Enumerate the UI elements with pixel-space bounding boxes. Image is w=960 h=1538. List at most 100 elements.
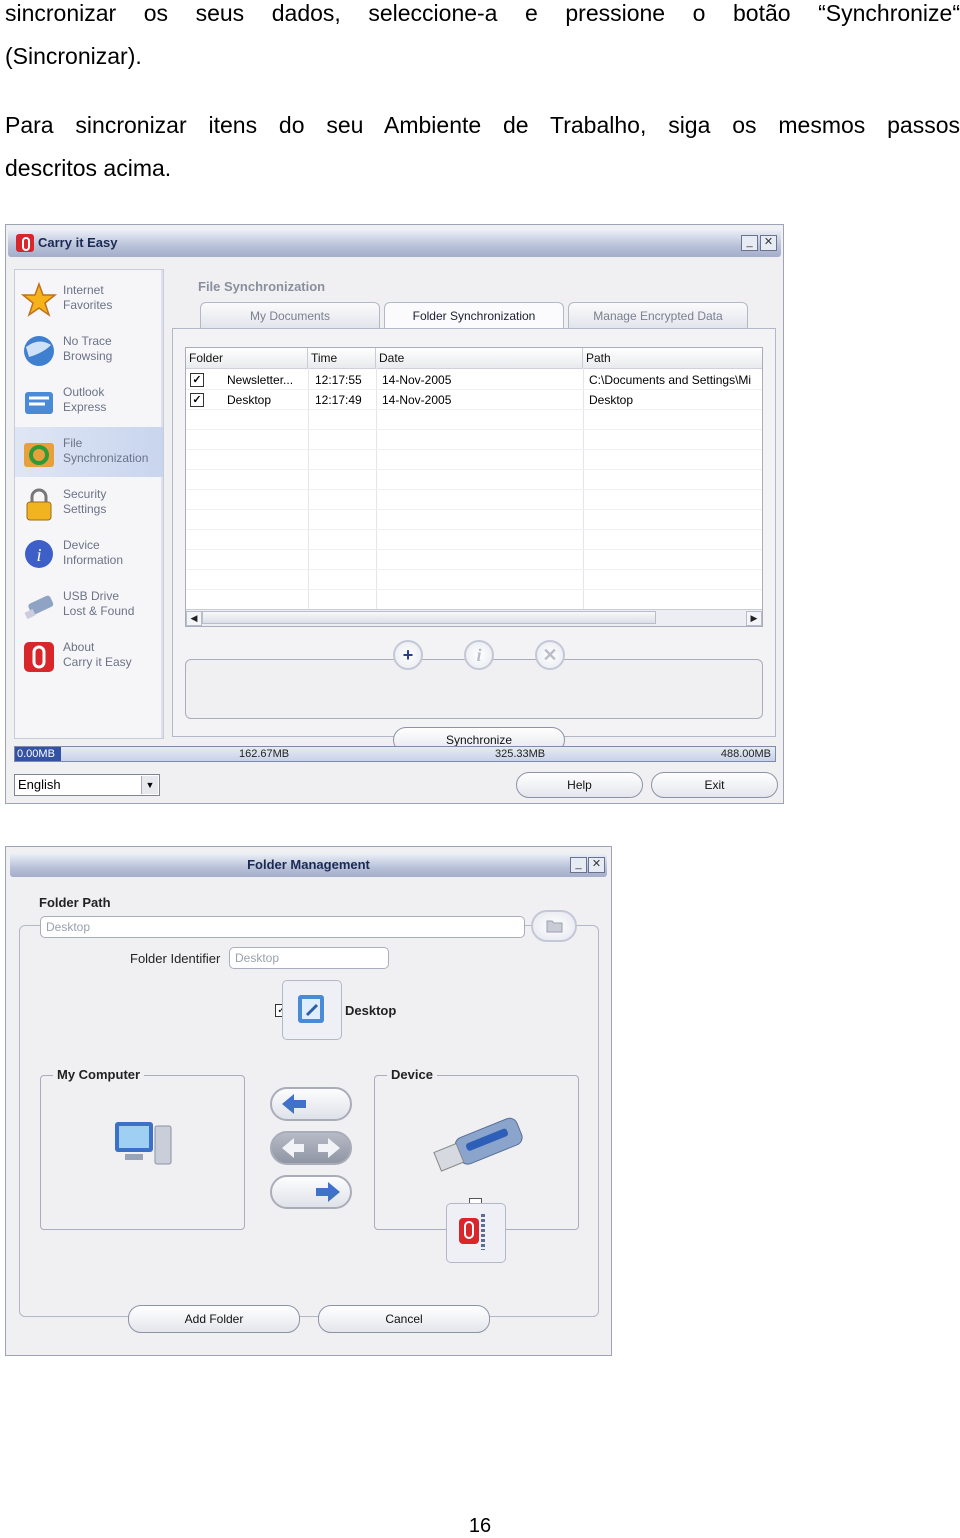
scroll-left-icon[interactable]: ◀ [186,611,202,626]
add-folder-button[interactable]: Add Folder [128,1305,300,1333]
minimize-button[interactable]: _ [741,235,758,251]
folder-path-label: Folder Path [39,895,111,910]
copy-to-computer-button[interactable] [270,1087,352,1121]
column-header-date[interactable]: Date [376,348,583,368]
remove-button[interactable]: ✕ [535,640,565,670]
folder-path-field[interactable]: Desktop [40,916,525,938]
close-button[interactable]: ✕ [760,235,777,251]
sidebar-label-line1: File [63,436,83,450]
paragraph-2: Para sincronizar itens do seu Ambiente d… [5,104,960,190]
cell-folder: Desktop [227,393,272,407]
sidebar-label-line1: Security [63,487,107,501]
horizontal-scrollbar[interactable]: ◀ ▶ [186,609,762,626]
section-title: File Synchronization [198,279,326,294]
add-button[interactable]: + [393,640,423,670]
window-title: Folder Management [247,857,370,872]
app-logo-zip-icon [459,1214,485,1250]
tab-my-documents[interactable]: My Documents [200,302,380,328]
computer-icon [115,1122,172,1165]
column-header-time[interactable]: Time [308,348,376,368]
table-row[interactable]: ✓ Desktop 12:17:49 14-Nov-2005 Desktop [186,390,762,410]
sidebar-label-line2: Synchronization [63,451,149,465]
sidebar-item-file-synchronization[interactable]: File Synchronization [15,427,163,477]
sidebar-label-line2: Express [63,400,107,414]
cell-time: 12:17:55 [315,373,362,387]
sidebar-item-device-information[interactable]: i Device Information [15,529,163,579]
folder-identifier-field[interactable]: Desktop [229,947,389,969]
storage-status-bar: 0.00MB 162.67MB 325.33MB 488.00MB [14,746,776,762]
title-bar: Carry it Easy _ ✕ [8,229,781,257]
scrollbar-thumb[interactable] [202,611,656,624]
sidebar-label-line2: Favorites [63,298,113,312]
usb-drive-icon [433,1117,523,1172]
sidebar-item-security-settings[interactable]: Security Settings [15,478,163,528]
sidebar-label-line2: Lost & Found [63,604,135,618]
browse-folder-button[interactable] [531,910,577,942]
language-select[interactable]: English ▼ [14,774,160,796]
tab-manage-encrypted-data[interactable]: Manage Encrypted Data [568,302,748,328]
tab-panel: Folder Time Date Path ✓ Newsletter... 12… [172,328,776,753]
folder-identifier-label: Folder Identifier [130,951,221,966]
sync-folder-icon [24,443,54,467]
table-header: Folder Time Date Path [186,348,762,369]
paragraph-1: sincronizar os seus dados, seleccione-a … [5,0,960,78]
device-item-tile[interactable] [446,1203,506,1263]
sidebar-item-internet-favorites[interactable]: Internet Favorites [15,274,163,324]
sidebar-label-line1: Internet [63,283,104,297]
cell-path: C:\Documents and Settings\Mi [589,373,752,387]
globe-icon [24,336,54,366]
sidebar-label-line2: Settings [63,502,107,516]
paragraph-1-line-1: sincronizar os seus dados, seleccione-a … [5,0,960,26]
cell-time: 12:17:49 [315,393,362,407]
sidebar-label-line2: Browsing [63,349,113,363]
exit-button[interactable]: Exit [651,772,778,798]
mail-sync-icon [25,392,53,414]
main-content: File Synchronization My Documents Folder… [172,269,776,753]
tab-folder-synchronization[interactable]: Folder Synchronization [384,302,564,328]
paragraph-1-line-2: (Sincronizar). [5,43,142,69]
close-button[interactable]: ✕ [588,857,605,873]
sidebar: Internet Favorites No Trace Browsing Outlo… [14,269,164,739]
arrow-right-icon [316,1182,340,1202]
help-button[interactable]: Help [516,772,643,798]
sidebar-label-line1: About [63,640,95,654]
copy-to-device-button[interactable] [270,1175,352,1209]
folder-item-tile[interactable] [282,980,342,1040]
paragraph-2-line-1: Para sincronizar itens do seu Ambiente d… [5,112,960,138]
row-checkbox[interactable]: ✓ [190,393,204,407]
sidebar-label-line1: Outlook [63,385,105,399]
cell-folder: Newsletter... [227,373,294,387]
chevron-down-icon[interactable]: ▼ [141,776,158,794]
storage-label-3: 488.00MB [720,748,771,760]
padlock-icon [26,488,52,521]
minimize-button[interactable]: _ [570,857,587,873]
sync-both-ways-button[interactable] [270,1131,352,1165]
table-row[interactable]: ✓ Newsletter... 12:17:55 14-Nov-2005 C:\… [186,370,762,390]
storage-label-2: 325.33MB [495,748,546,760]
scroll-right-icon[interactable]: ▶ [746,611,762,626]
window-title: Carry it Easy [38,235,118,250]
cancel-button[interactable]: Cancel [318,1305,490,1333]
info-button[interactable]: i [464,640,494,670]
app-logo-icon [24,642,54,672]
cell-date: 14-Nov-2005 [382,393,452,407]
row-divider [186,509,762,510]
sidebar-label-line1: No Trace [63,334,112,348]
cell-date: 14-Nov-2005 [382,373,452,387]
row-divider [186,589,762,590]
device-label: Device [387,1067,437,1082]
column-header-path[interactable]: Path [583,348,762,368]
sidebar-item-outlook-express[interactable]: Outlook Express [15,376,163,426]
plus-icon: + [402,645,414,665]
my-computer-group: My Computer [40,1067,245,1230]
carry-it-easy-window: Carry it Easy _ ✕ Internet Favorites No T… [5,224,784,804]
sidebar-item-about[interactable]: About Carry it Easy [15,631,163,681]
row-checkbox[interactable]: ✓ [190,373,204,387]
row-divider [186,429,762,430]
folder-management-window: Folder Management _ ✕ Folder Path Deskto… [5,846,612,1356]
desktop-shortcut-icon [298,995,324,1023]
storage-label-1: 162.67MB [239,748,290,760]
sidebar-item-no-trace[interactable]: No Trace Browsing [15,325,163,375]
column-header-folder[interactable]: Folder [186,348,308,368]
sidebar-item-usb-lost-found[interactable]: USB Drive Lost & Found [15,580,163,630]
